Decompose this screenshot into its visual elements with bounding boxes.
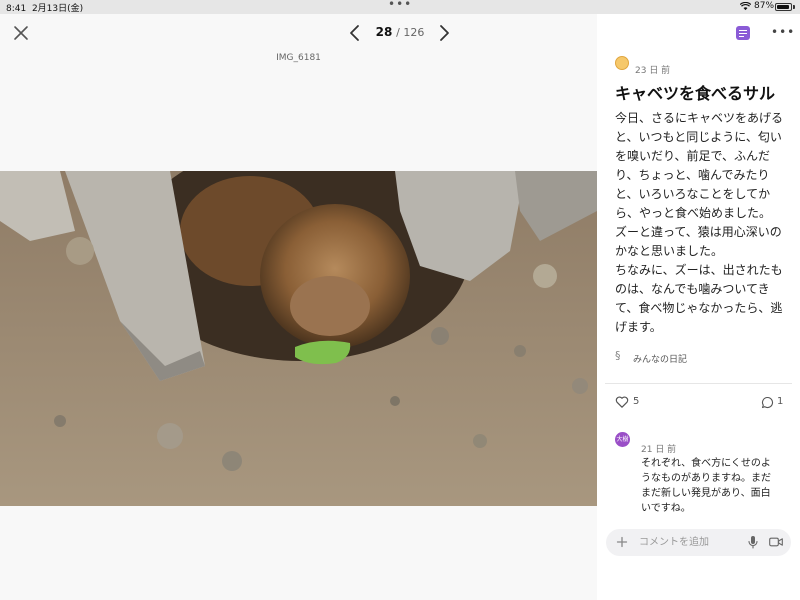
status-bar: 8:41 2月13日(金) ••• 87% (0, 0, 800, 14)
comment-input-bar (606, 529, 791, 556)
photo-monkey-eating-cabbage (0, 171, 597, 506)
diary-icon[interactable] (736, 26, 750, 40)
chevron-left-icon[interactable] (348, 24, 362, 42)
divider (605, 383, 792, 384)
photo[interactable] (0, 171, 597, 506)
comment-icon[interactable] (761, 396, 774, 409)
status-time-date: 8:41 2月13日(金) (6, 1, 83, 14)
commenter-avatar[interactable]: 大樹 (615, 432, 630, 447)
post-paragraph: ちなみに、ズーは、出されたものは、なんでも噛みついてきて、食べ物じゃなかったら、… (615, 263, 783, 334)
section-icon: § (615, 349, 621, 362)
comment-input[interactable] (639, 534, 739, 550)
photo-viewer: 28 / 126 IMG_6181 (0, 14, 597, 600)
close-icon[interactable] (11, 23, 31, 43)
wifi-icon (740, 2, 751, 11)
heart-icon[interactable] (615, 395, 629, 409)
plus-icon[interactable] (616, 536, 628, 548)
post-time: 23 日 前 (635, 66, 671, 76)
post-paragraph: 今日、さるにキャベツをあげると、いつもと同じように、匂いを嗅いだり、前足で、ふん… (615, 111, 784, 220)
post-paragraph: ズーと違って、猿は用心深いのかなと思いました。 (615, 225, 782, 258)
diary-tag-link[interactable]: みんなの日記 (633, 352, 687, 365)
post-panel: ••• 23 日 前 キャベツを食べるサル 今日、さるにキャベツをあげると、いつ… (597, 14, 800, 600)
photo-filename: IMG_6181 (276, 53, 321, 63)
post-body: 今日、さるにキャベツをあげると、いつもと同じように、匂いを嗅いだり、前足で、ふん… (615, 109, 791, 337)
total-count: / 126 (396, 26, 425, 39)
mic-icon[interactable] (747, 535, 759, 549)
author-avatar[interactable] (615, 56, 629, 70)
status-time: 8:41 (6, 4, 27, 14)
chevron-right-icon[interactable] (437, 24, 451, 42)
multitasking-dots-icon[interactable]: ••• (388, 0, 412, 11)
status-date: 2月13日(金) (31, 4, 84, 14)
video-icon[interactable] (769, 537, 783, 547)
page-counter: 28 / 126 (366, 25, 434, 39)
comment-time: 21 日 前 (641, 445, 677, 455)
comment-count: 1 (777, 396, 784, 407)
like-count: 5 (633, 396, 640, 407)
battery-nub (793, 5, 795, 9)
battery-icon (775, 3, 792, 11)
comment-text: それぞれ、食べ方にくせのようなものがありますね。まだまだ新しい発見があり、面白い… (641, 458, 771, 514)
current-index: 28 (375, 25, 393, 39)
more-icon[interactable]: ••• (771, 25, 795, 39)
battery-percent: 87% (754, 1, 775, 11)
post-title: キャベツを食べるサル (615, 84, 776, 103)
